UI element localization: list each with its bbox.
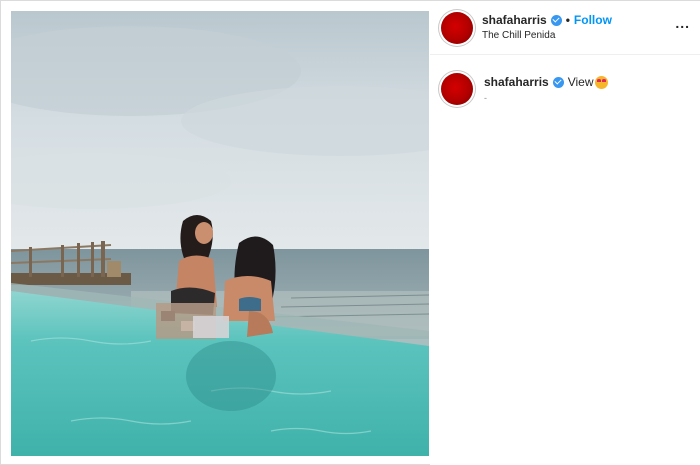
caption-avatar[interactable] bbox=[441, 73, 473, 105]
caption-line: shafaharris View bbox=[484, 75, 608, 89]
post-sidebar: shafaharris • Follow The Chill Penida ..… bbox=[430, 1, 700, 465]
verified-badge-icon bbox=[552, 76, 564, 88]
username-link[interactable]: shafaharris bbox=[482, 13, 547, 27]
more-options-icon[interactable]: ... bbox=[675, 15, 690, 31]
heart-eyes-emoji-icon bbox=[594, 75, 608, 89]
post-window: shafaharris • Follow The Chill Penida ..… bbox=[0, 0, 700, 465]
caption-username[interactable]: shafaharris bbox=[484, 75, 549, 89]
verified-badge-icon bbox=[550, 14, 562, 26]
profile-avatar[interactable] bbox=[441, 12, 473, 44]
caption-comment: shafaharris View - bbox=[430, 65, 700, 125]
post-header: shafaharris • Follow The Chill Penida ..… bbox=[430, 1, 700, 55]
follow-button[interactable]: Follow bbox=[574, 13, 612, 27]
photo-scene bbox=[11, 11, 429, 456]
location-link[interactable]: The Chill Penida bbox=[482, 30, 555, 41]
separator-dot: • bbox=[565, 13, 570, 27]
caption-text: View bbox=[567, 75, 594, 89]
post-photo[interactable] bbox=[11, 11, 429, 456]
username-line: shafaharris • Follow bbox=[482, 13, 612, 27]
caption-meta: - bbox=[484, 93, 487, 103]
